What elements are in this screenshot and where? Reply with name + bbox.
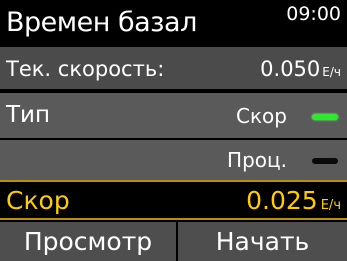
current-rate-unit: Е/ч <box>322 65 341 79</box>
screen-title: Времен базал <box>6 7 197 38</box>
start-softkey[interactable]: Начать <box>178 222 347 261</box>
type-row[interactable]: Тип Скор <box>0 93 347 138</box>
type-percent-row[interactable]: Проц. <box>0 140 347 180</box>
type-option-percent[interactable]: Проц. <box>227 147 287 173</box>
type-option-rate[interactable]: Скор <box>236 103 287 129</box>
speed-value[interactable]: 0.025 Е/ч <box>246 185 341 222</box>
current-rate-number: 0.050 <box>260 57 321 81</box>
rate-selected-indicator <box>312 114 338 120</box>
speed-number: 0.025 <box>246 186 318 215</box>
clock: 09:00 <box>286 3 341 25</box>
current-rate-value: 0.050 Е/ч <box>260 56 341 85</box>
pump-screen: Времен базал 09:00 Тек. скорость: 0.050 Е… <box>0 0 347 261</box>
type-label: Тип <box>6 102 51 128</box>
softkey-bar: Просмотр Начать <box>0 222 347 261</box>
current-rate-row: Тек. скорость: 0.050 Е/ч <box>0 47 347 89</box>
current-rate-label: Тек. скорость: <box>6 57 165 81</box>
speed-label: Скор <box>6 186 70 215</box>
speed-unit: Е/ч <box>320 198 341 213</box>
percent-unselected-indicator <box>312 158 338 164</box>
review-softkey[interactable]: Просмотр <box>0 222 178 261</box>
title-bar: Времен базал 09:00 <box>0 0 347 44</box>
speed-row[interactable]: Скор 0.025 Е/ч <box>0 180 347 220</box>
